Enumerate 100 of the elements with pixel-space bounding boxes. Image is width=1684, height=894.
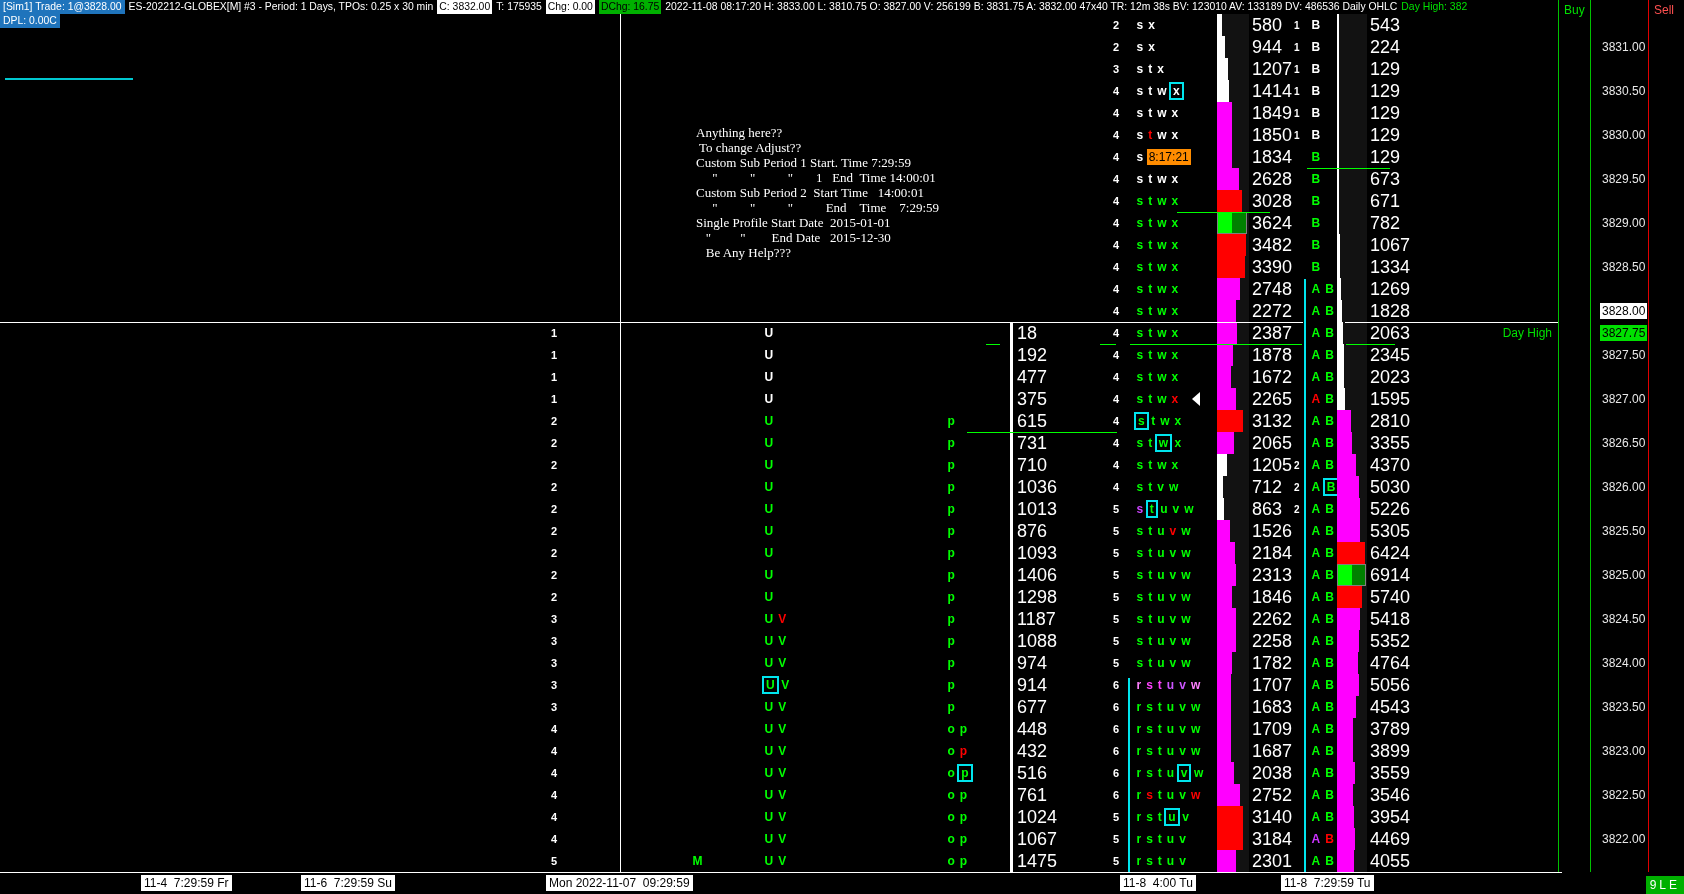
sub-count: 1 bbox=[1294, 85, 1300, 97]
tpo-letter: A bbox=[1310, 501, 1322, 518]
tpo-letter: A bbox=[1310, 611, 1322, 628]
tpo-letter: w bbox=[1167, 479, 1180, 496]
tpo-letter: B bbox=[1310, 171, 1322, 188]
volume-value: 5305 bbox=[1370, 522, 1411, 540]
tpo-letter: U bbox=[763, 347, 775, 364]
volume-value: 1782 bbox=[1252, 654, 1293, 672]
tpo-letter: A bbox=[1310, 567, 1322, 584]
tpo-letter: B bbox=[1324, 677, 1335, 694]
price-label: 3822.00 bbox=[1601, 831, 1647, 847]
volume-value: 1269 bbox=[1370, 280, 1411, 298]
volume-value: 1846 bbox=[1252, 588, 1293, 606]
tpo-letter: x bbox=[1170, 105, 1180, 122]
volume-value: 1709 bbox=[1252, 720, 1293, 738]
tpo-letter: u bbox=[1165, 765, 1176, 782]
tpo-count: 4 bbox=[1111, 261, 1121, 273]
tpo-letter: s bbox=[1135, 611, 1145, 628]
tpo-letter: p bbox=[958, 831, 969, 848]
volume-value: 129 bbox=[1370, 126, 1401, 144]
volume-value: 1834 bbox=[1252, 148, 1293, 166]
annotation-text: Custom Sub Period 1 Start. Time 7:29:59 bbox=[696, 155, 912, 170]
tpo-letter: s bbox=[1145, 853, 1154, 870]
tpo-letter: s bbox=[1135, 303, 1145, 320]
volume-value: 2272 bbox=[1252, 302, 1293, 320]
annotation-text: " " " End Time 7:29:59 bbox=[711, 200, 940, 215]
tpo-letter: t bbox=[1156, 787, 1163, 804]
volume-value: 1205 bbox=[1252, 456, 1293, 474]
volume-value: 673 bbox=[1370, 170, 1401, 188]
tpo-letter: s bbox=[1145, 787, 1154, 804]
tpo-letter: M bbox=[691, 853, 704, 870]
tpo-count: 5 bbox=[1111, 811, 1121, 823]
volume-value: 1088 bbox=[1017, 632, 1058, 650]
tpo-letter: s bbox=[1145, 743, 1154, 760]
tpo-letter: U bbox=[763, 611, 775, 628]
tpo-letter: w bbox=[1180, 633, 1192, 650]
volume-value: 3624 bbox=[1252, 214, 1293, 232]
tpo-letter: s bbox=[1135, 171, 1145, 188]
tpo-letter: s bbox=[1145, 831, 1154, 848]
tpo-letter: w bbox=[1156, 171, 1168, 188]
tpo-letter: p bbox=[946, 435, 956, 452]
volume-value: 1526 bbox=[1252, 522, 1293, 540]
tpo-letter: U bbox=[763, 413, 775, 430]
price-field: C: 3832.00 bbox=[437, 0, 493, 14]
tpo-letter: U bbox=[763, 479, 775, 496]
tpo-letter: B bbox=[1324, 589, 1335, 606]
tpo-letter: A bbox=[1310, 721, 1322, 738]
tpo-letter: w bbox=[1156, 127, 1168, 144]
tpo-letter: x bbox=[1147, 39, 1156, 56]
tpo-letter: o bbox=[946, 765, 956, 782]
volume-value: 1207 bbox=[1252, 60, 1293, 78]
tpo-letter: p bbox=[958, 853, 969, 870]
sub-count: 1 bbox=[1294, 19, 1300, 31]
tpo-letter: t bbox=[1147, 127, 1154, 144]
tpo-letter: A bbox=[1310, 743, 1322, 760]
tpo-count: 6 bbox=[1111, 701, 1121, 713]
volume-value: 448 bbox=[1017, 720, 1048, 738]
tpo-letter: U bbox=[763, 589, 775, 606]
volume-value: 129 bbox=[1370, 82, 1401, 100]
tpo-letter: v bbox=[1178, 721, 1187, 738]
tpo-count: 4 bbox=[549, 767, 559, 779]
tpo-letter: s bbox=[1145, 699, 1154, 716]
volume-value: 3184 bbox=[1252, 830, 1293, 848]
tpo-count: 5 bbox=[549, 855, 559, 867]
volume-value: 1013 bbox=[1017, 500, 1058, 518]
tpo-letter: x bbox=[1170, 259, 1180, 276]
tpo-letter: s bbox=[1135, 17, 1145, 34]
volume-value: 1849 bbox=[1252, 104, 1293, 122]
tpo-letter: x bbox=[1170, 193, 1180, 210]
tpo-letter: v bbox=[1178, 677, 1187, 694]
tpo-letter: A bbox=[1310, 325, 1322, 342]
tpo-letter: w bbox=[1180, 589, 1192, 606]
tpo-letter: U bbox=[763, 457, 775, 474]
volume-value: 2262 bbox=[1252, 610, 1293, 628]
tpo-letter: p bbox=[946, 611, 956, 628]
volume-value: 3390 bbox=[1252, 258, 1293, 276]
tpo-letter: B bbox=[1324, 633, 1335, 650]
tpo-letter: u bbox=[1165, 787, 1176, 804]
tpo-letter: t bbox=[1147, 589, 1154, 606]
tpo-letter: B bbox=[1324, 655, 1335, 672]
tpo-count: 4 bbox=[1111, 371, 1121, 383]
tpo-letter: U bbox=[763, 523, 775, 540]
volume-value: 974 bbox=[1017, 654, 1048, 672]
tpo-letter: t bbox=[1147, 369, 1154, 386]
volume-value: 677 bbox=[1017, 698, 1048, 716]
volume-value: 1475 bbox=[1017, 852, 1058, 870]
price-label: 3827.00 bbox=[1601, 391, 1647, 407]
tpo-letter: u bbox=[1165, 699, 1176, 716]
tpo-letter: w bbox=[1189, 699, 1202, 716]
tpo-letter: A bbox=[1310, 303, 1322, 320]
price-label: 3826.50 bbox=[1601, 435, 1647, 451]
tpo-letter: u bbox=[1165, 677, 1176, 694]
volume-value: 2063 bbox=[1370, 324, 1411, 342]
tpo-letter: s bbox=[1135, 281, 1145, 298]
volume-value: 712 bbox=[1252, 478, 1283, 496]
tpo-letter: r bbox=[1135, 721, 1143, 738]
tpo-letter: U bbox=[763, 391, 775, 408]
tpo-letter: x bbox=[1170, 391, 1180, 408]
tpo-count: 4 bbox=[1111, 107, 1121, 119]
sub-count: 1 bbox=[1294, 63, 1300, 75]
